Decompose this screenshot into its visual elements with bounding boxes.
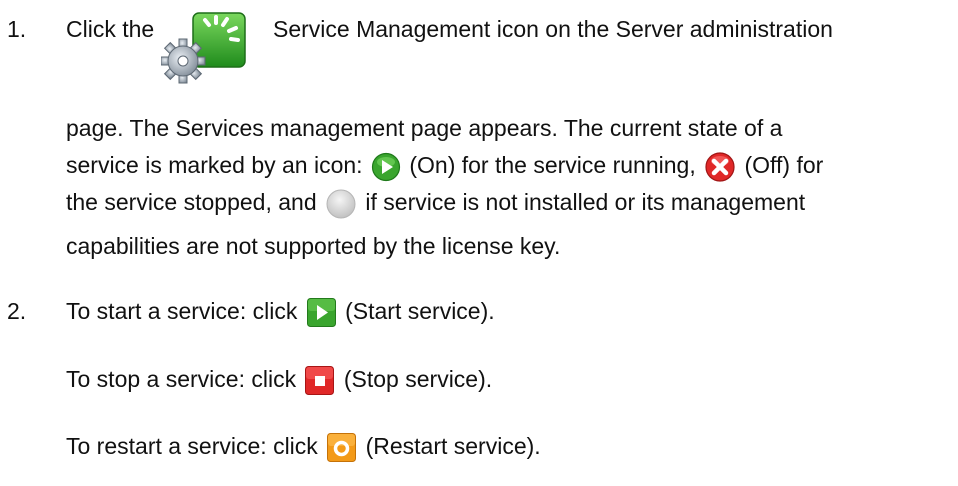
start-before: To start a service: click [66, 298, 298, 324]
step-1-number: 1. [7, 16, 27, 42]
stop-service-line: To stop a service: click (Stop service). [66, 364, 493, 396]
start-service-line: To start a service: click (Start service… [66, 296, 495, 328]
service-management-icon [160, 12, 267, 84]
step-1-line-1: Click the Service Management icon on the… [66, 12, 833, 84]
step-1-line-4: the service stopped, and if service is n… [66, 187, 805, 219]
restart-before: To restart a service: click [66, 433, 318, 459]
step-2-number: 2. [7, 298, 27, 324]
step-1-line-5: capabilities are not supported by the li… [66, 233, 561, 259]
step-1-intro-after: Service Management icon on the Server ad… [272, 16, 833, 42]
off-label: (Off) for [744, 152, 824, 178]
on-label: (On) for the service running, [409, 152, 696, 178]
status-not-installed-icon [325, 189, 357, 219]
step-1-line-3: service is marked by an icon: (On) for t… [66, 150, 823, 182]
status-off-icon [704, 152, 736, 182]
start-after: (Start service). [345, 298, 495, 324]
restart-service-icon [327, 433, 357, 463]
step-1-intro-before: Click the [66, 16, 155, 42]
stop-after: (Stop service). [343, 366, 493, 392]
stop-service-icon [305, 366, 335, 396]
start-service-icon [306, 298, 336, 328]
step-1-line-4-after: if service is not installed or its manag… [365, 189, 806, 215]
restart-service-line: To restart a service: click (Restart ser… [66, 431, 541, 463]
stop-before: To stop a service: click [66, 366, 297, 392]
status-on-icon [371, 152, 401, 182]
step-1-line-2: page. The Services management page appea… [66, 115, 783, 141]
restart-after: (Restart service). [365, 433, 541, 459]
step-1-line-3-before: service is marked by an icon: [66, 152, 363, 178]
step-1-line-4-before: the service stopped, and [66, 189, 317, 215]
